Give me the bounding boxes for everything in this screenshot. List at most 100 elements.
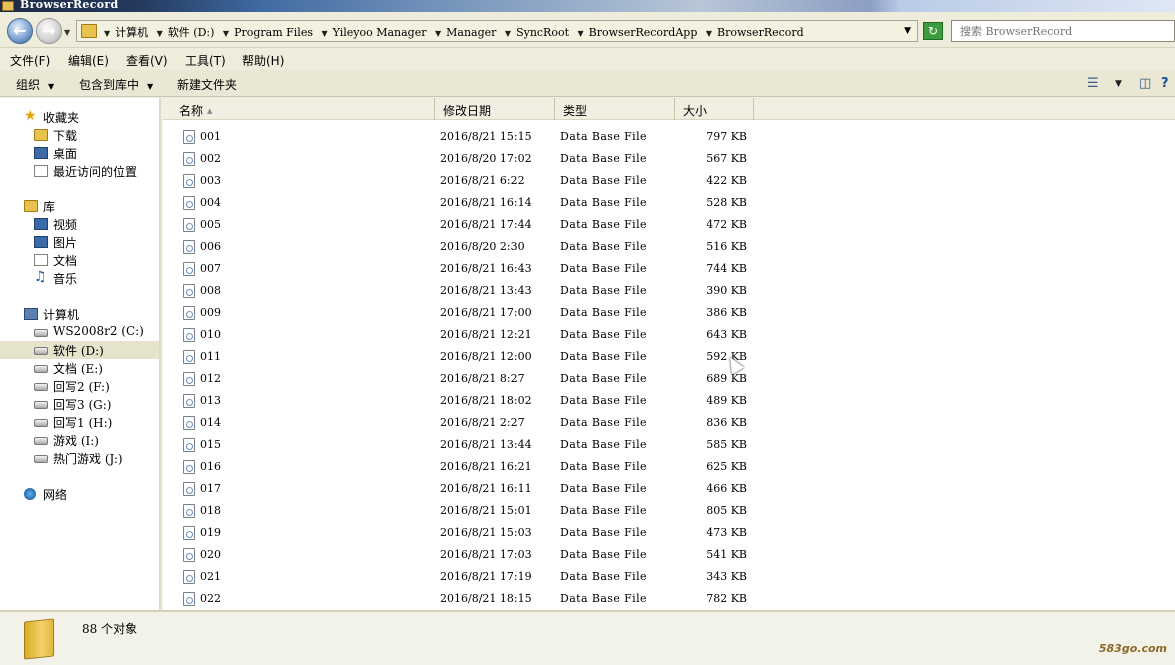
- file-list[interactable]: 名称 ▲ 修改日期 类型 大小 001 2016/8/21 15:15 Data Ba…: [163, 98, 1175, 610]
- nav-drive-i[interactable]: 游戏 (I:): [0, 431, 159, 449]
- drive-icon: [34, 383, 48, 391]
- table-row[interactable]: 016 2016/8/21 16:21 Data Base File 625 KB: [163, 456, 1175, 478]
- table-row[interactable]: 008 2016/8/21 13:43 Data Base File 390 KB: [163, 280, 1175, 302]
- view-options-icon[interactable]: ☰: [1087, 76, 1099, 91]
- search-box[interactable]: [951, 20, 1175, 42]
- chevron-right-icon[interactable]: ▼: [706, 29, 712, 38]
- table-row[interactable]: 020 2016/8/21 17:03 Data Base File 541 KB: [163, 544, 1175, 566]
- chevron-right-icon[interactable]: ▼: [104, 29, 110, 38]
- chevron-right-icon[interactable]: ▼: [157, 29, 163, 38]
- library-icon: [24, 200, 38, 212]
- table-row[interactable]: 007 2016/8/21 16:43 Data Base File 744 KB: [163, 258, 1175, 280]
- chevron-right-icon[interactable]: ▼: [435, 29, 441, 38]
- nav-drive-g[interactable]: 回写3 (G:): [0, 395, 159, 413]
- title-bar[interactable]: BrowserRecord: [0, 0, 1175, 12]
- help-icon[interactable]: ?: [1161, 76, 1169, 91]
- nav-item-downloads[interactable]: 下载: [0, 126, 159, 144]
- breadcrumb-item[interactable]: Program Files: [234, 26, 313, 39]
- view-controls: ☰ ▼ ◫ ?: [1075, 74, 1175, 94]
- database-file-icon: [183, 504, 195, 518]
- table-row[interactable]: 001 2016/8/21 15:15 Data Base File 797 KB: [163, 126, 1175, 148]
- table-row[interactable]: 011 2016/8/21 12:00 Data Base File 592 KB: [163, 346, 1175, 368]
- refresh-button[interactable]: ↻: [923, 22, 943, 40]
- file-size: 422 KB: [706, 174, 747, 187]
- file-size: 625 KB: [706, 460, 747, 473]
- address-bar[interactable]: ▼ 计算机 ▼ 软件 (D:) ▼ Program Files ▼ Yileyoo Ma…: [76, 20, 918, 42]
- table-row[interactable]: 010 2016/8/21 12:21 Data Base File 643 KB: [163, 324, 1175, 346]
- table-row[interactable]: 014 2016/8/21 2:27 Data Base File 836 KB: [163, 412, 1175, 434]
- chevron-right-icon[interactable]: ▼: [223, 29, 229, 38]
- nav-drive-d[interactable]: 软件 (D:): [0, 341, 159, 359]
- nav-drive-j[interactable]: 热门游戏 (J:): [0, 449, 159, 467]
- nav-label: WS2008r2 (C:): [53, 324, 144, 338]
- menu-tools[interactable]: 工具(T): [185, 52, 226, 69]
- address-dropdown-icon[interactable]: ▼: [904, 26, 911, 36]
- nav-item-documents[interactable]: 文档: [0, 251, 159, 269]
- breadcrumb-item[interactable]: Yileyoo Manager: [333, 26, 427, 39]
- database-file-icon: [183, 592, 195, 606]
- preview-pane-icon[interactable]: ◫: [1139, 76, 1151, 91]
- nav-label: 文档 (E:): [53, 362, 103, 376]
- file-date: 2016/8/21 17:19: [440, 570, 532, 583]
- breadcrumb-item[interactable]: 计算机: [115, 26, 148, 39]
- breadcrumb-item[interactable]: 软件 (D:): [168, 26, 215, 39]
- nav-favorites[interactable]: ★ 收藏夹: [0, 108, 159, 126]
- table-row[interactable]: 012 2016/8/21 8:27 Data Base File 689 KB: [163, 368, 1175, 390]
- column-header-name[interactable]: 名称 ▲: [171, 98, 435, 120]
- nav-drive-c[interactable]: WS2008r2 (C:): [0, 323, 159, 341]
- organize-button[interactable]: 组织 ▼: [16, 76, 54, 93]
- table-row[interactable]: 005 2016/8/21 17:44 Data Base File 472 KB: [163, 214, 1175, 236]
- menu-help[interactable]: 帮助(H): [242, 52, 284, 69]
- history-dropdown-icon[interactable]: ▼: [64, 28, 70, 37]
- new-folder-button[interactable]: 新建文件夹: [177, 76, 237, 93]
- table-row[interactable]: 009 2016/8/21 17:00 Data Base File 386 KB: [163, 302, 1175, 324]
- drive-icon: [34, 365, 48, 373]
- nav-drive-e[interactable]: 文档 (E:): [0, 359, 159, 377]
- nav-item-recent[interactable]: 最近访问的位置: [0, 162, 159, 180]
- nav-network[interactable]: 网络: [0, 485, 159, 503]
- nav-drive-f[interactable]: 回写2 (F:): [0, 377, 159, 395]
- table-row[interactable]: 003 2016/8/21 6:22 Data Base File 422 KB: [163, 170, 1175, 192]
- file-type: Data Base File: [560, 196, 647, 209]
- menu-edit[interactable]: 编辑(E): [68, 52, 109, 69]
- breadcrumb-item[interactable]: BrowserRecordApp: [589, 26, 698, 39]
- menu-file[interactable]: 文件(F): [10, 52, 50, 69]
- file-name: 009: [200, 306, 221, 319]
- column-header-type[interactable]: 类型: [555, 98, 675, 120]
- nav-item-music[interactable]: ♫ 音乐: [0, 269, 159, 287]
- table-row[interactable]: 004 2016/8/21 16:14 Data Base File 528 KB: [163, 192, 1175, 214]
- nav-item-desktop[interactable]: 桌面: [0, 144, 159, 162]
- breadcrumb-item[interactable]: BrowserRecord: [717, 26, 804, 39]
- nav-item-pictures[interactable]: 图片: [0, 233, 159, 251]
- breadcrumb-item[interactable]: Manager: [446, 26, 496, 39]
- table-row[interactable]: 019 2016/8/21 15:03 Data Base File 473 KB: [163, 522, 1175, 544]
- file-type: Data Base File: [560, 504, 647, 517]
- chevron-right-icon[interactable]: ▼: [321, 29, 327, 38]
- table-row[interactable]: 021 2016/8/21 17:19 Data Base File 343 KB: [163, 566, 1175, 588]
- nav-computer[interactable]: 计算机: [0, 305, 159, 323]
- back-button[interactable]: ←: [7, 18, 33, 44]
- forward-button[interactable]: →: [36, 18, 62, 44]
- include-library-button[interactable]: 包含到库中 ▼: [79, 76, 153, 93]
- chevron-right-icon[interactable]: ▼: [578, 29, 584, 38]
- table-row[interactable]: 015 2016/8/21 13:44 Data Base File 585 KB: [163, 434, 1175, 456]
- chevron-right-icon[interactable]: ▼: [505, 29, 511, 38]
- nav-item-videos[interactable]: 视频: [0, 215, 159, 233]
- menu-view[interactable]: 查看(V): [126, 52, 168, 69]
- table-row[interactable]: 002 2016/8/20 17:02 Data Base File 567 KB: [163, 148, 1175, 170]
- chevron-down-icon[interactable]: ▼: [1115, 79, 1122, 89]
- nav-drive-h[interactable]: 回写1 (H:): [0, 413, 159, 431]
- column-header-date[interactable]: 修改日期: [435, 98, 555, 120]
- file-type: Data Base File: [560, 306, 647, 319]
- table-row[interactable]: 018 2016/8/21 15:01 Data Base File 805 KB: [163, 500, 1175, 522]
- table-row[interactable]: 017 2016/8/21 16:11 Data Base File 466 KB: [163, 478, 1175, 500]
- file-type: Data Base File: [560, 482, 647, 495]
- table-row[interactable]: 022 2016/8/21 18:15 Data Base File 782 KB: [163, 588, 1175, 610]
- nav-libraries[interactable]: 库: [0, 197, 159, 215]
- file-size: 343 KB: [706, 570, 747, 583]
- column-header-size[interactable]: 大小: [675, 98, 754, 120]
- table-row[interactable]: 013 2016/8/21 18:02 Data Base File 489 KB: [163, 390, 1175, 412]
- search-input[interactable]: [952, 21, 1174, 41]
- breadcrumb-item[interactable]: SyncRoot: [516, 26, 569, 39]
- table-row[interactable]: 006 2016/8/20 2:30 Data Base File 516 KB: [163, 236, 1175, 258]
